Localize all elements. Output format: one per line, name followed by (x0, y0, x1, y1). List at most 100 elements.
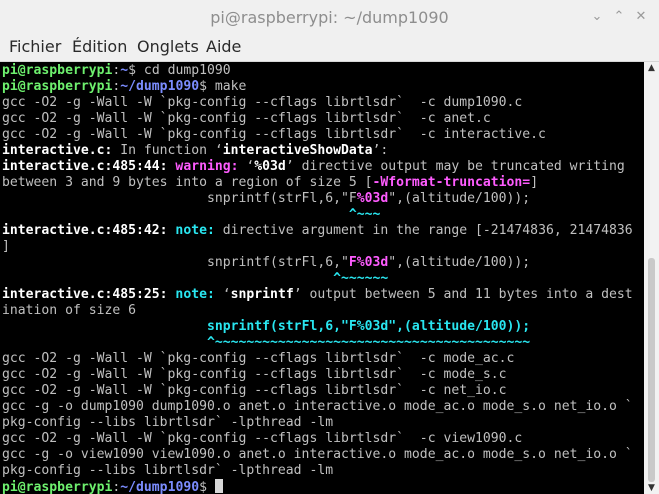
source-code: snprintf(strFl,6," (2, 255, 349, 270)
caret-marker: ^~~~~~~ (333, 271, 389, 286)
window-title: pi@raspberrypi: ~/dump1090 (210, 8, 449, 27)
diagnostic-kind: note: (167, 223, 215, 238)
caret-marker: ^~~~~~~~~~~~~~~~~~~~~~~~~~~~~~~~~~~~~~~~… (206, 335, 531, 350)
terminal-line: pi@raspberrypi:~/dump1090$ make (2, 79, 246, 95)
diagnostic-kind: warning: (167, 159, 239, 174)
terminal-line: pkg-config --libs librtlsdr` -lpthread -… (2, 463, 333, 479)
terminal-text: pkg-config --libs librtlsdr` -lpthread -… (2, 463, 334, 478)
diagnostic-message: ’: (372, 143, 389, 158)
prompt-symbol: $ (199, 480, 207, 494)
diagnostic-message: between 3 and 9 bytes into a region of s… (2, 175, 373, 190)
terminal-line: snprintf(strFl,6,"F%03d",(altitude/100))… (2, 191, 530, 207)
terminal-text: pkg-config --libs librtlsdr` -lpthread -… (2, 415, 334, 430)
source-code: snprintf(strFl,6,"F (2, 191, 357, 206)
diagnostic-message: ] (530, 175, 539, 190)
diagnostic-message: ’ directive output may be truncated writ… (285, 159, 625, 174)
diagnostic-quote: snprintf (230, 287, 294, 302)
title-bar: pi@raspberrypi: ~/dump1090 ⌄ ⌃ ✕ (0, 0, 659, 34)
terminal-text: gcc -O2 -g -Wall -W `pkg-config --cflags… (2, 127, 546, 142)
close-icon[interactable]: ✕ (634, 10, 648, 24)
menu-onglets[interactable]: Onglets (137, 37, 199, 56)
terminal-text: ] (2, 239, 10, 254)
maximize-icon[interactable]: ⌃ (612, 10, 626, 24)
menu-fichier[interactable]: Fichier (9, 37, 61, 56)
terminal-text: gcc -g -o dump1090 dump1090.o anet.o int… (2, 399, 633, 414)
terminal-line: ^~~~~~~~~~~~~~~~~~~~~~~~~~~~~~~~~~~~~~~~… (2, 335, 530, 351)
menu-edition[interactable]: Édition (72, 37, 127, 56)
terminal-line: ination of size 6 (2, 303, 136, 319)
terminal-text: gcc -O2 -g -Wall -W `pkg-config --cflags… (2, 383, 507, 398)
scrollbar-thumb[interactable] (648, 258, 655, 482)
scroll-up-icon[interactable]: ▲ (644, 62, 659, 74)
terminal-line: pi@raspberrypi:~/dump1090$ (2, 479, 223, 494)
menu-aide[interactable]: Aide (206, 37, 241, 56)
prompt-path: ~ (120, 63, 129, 78)
diagnostic-kind: note: (167, 287, 215, 302)
prompt-user: pi@raspberrypi (2, 63, 113, 78)
diagnostic-message: ‘ (238, 159, 255, 174)
terminal-line: gcc -O2 -g -Wall -W `pkg-config --cflags… (2, 351, 514, 367)
terminal-line: interactive.c: In function ‘interactiveS… (2, 143, 388, 159)
diagnostic-location: interactive.c:485:44: (2, 159, 168, 174)
minimize-icon[interactable]: ⌄ (590, 10, 604, 24)
diagnostic-message: directive argument in the range [-214748… (214, 223, 633, 238)
terminal-text: gcc -O2 -g -Wall -W `pkg-config --cflags… (2, 111, 491, 126)
terminal-text: gcc -O2 -g -Wall -W `pkg-config --cflags… (2, 95, 523, 110)
terminal-line: gcc -O2 -g -Wall -W `pkg-config --cflags… (2, 431, 522, 447)
terminal-line: gcc -O2 -g -Wall -W `pkg-config --cflags… (2, 367, 507, 383)
terminal-line: interactive.c:485:42: note: directive ar… (2, 223, 633, 239)
terminal-line: pi@raspberrypi:~$ cd dump1090 (2, 63, 231, 79)
terminal-line: interactive.c:485:44: warning: ‘%03d’ di… (2, 159, 625, 175)
prompt-path: ~/dump1090 (120, 480, 200, 494)
prompt-symbol: $ (199, 79, 207, 94)
terminal-line: ^~~~~~~ (2, 271, 388, 287)
prompt-user: pi@raspberrypi (2, 79, 113, 94)
command-text: make (207, 79, 247, 94)
source-highlight: %03d (356, 191, 389, 206)
terminal-line: gcc -O2 -g -Wall -W `pkg-config --cflags… (2, 111, 491, 127)
terminal-text: gcc -O2 -g -Wall -W `pkg-config --cflags… (2, 351, 515, 366)
prompt-symbol: $ (128, 63, 137, 78)
function-name: interactiveShowData (222, 143, 373, 158)
terminal-line: ] (2, 239, 10, 255)
terminal-line: gcc -g -o dump1090 dump1090.o anet.o int… (2, 399, 633, 415)
prompt-user: pi@raspberrypi (2, 480, 113, 494)
command-text: cd dump1090 (136, 63, 231, 78)
terminal-line: gcc -O2 -g -Wall -W `pkg-config --cflags… (2, 95, 522, 111)
scroll-down-icon[interactable]: ▼ (644, 482, 659, 494)
source-code: ",(altitude/100)); (388, 191, 531, 206)
diagnostic-message: ‘ (214, 287, 231, 302)
diagnostic-location: interactive.c:485:25: (2, 287, 168, 302)
terminal-output[interactable]: pi@raspberrypi:~$ cd dump1090 pi@raspberr… (0, 62, 644, 494)
caret-marker: ^~~~ (348, 207, 381, 222)
menu-bar: Fichier Édition Onglets Aide (0, 34, 659, 62)
terminal-cursor (214, 479, 223, 493)
source-highlight: F%03d (348, 255, 389, 270)
terminal-text: gcc -O2 -g -Wall -W `pkg-config --cflags… (2, 431, 523, 446)
source-code (2, 319, 207, 334)
command-text (207, 480, 215, 494)
terminal-line: gcc -O2 -g -Wall -W `pkg-config --cflags… (2, 383, 507, 399)
terminal-line: snprintf(strFl,6,"F%03d",(altitude/100))… (2, 319, 530, 335)
terminal-text: gcc -O2 -g -Wall -W `pkg-config --cflags… (2, 367, 507, 382)
terminal-text: gcc -g -o view1090 view1090.o anet.o int… (2, 447, 633, 462)
prompt-path: ~/dump1090 (120, 79, 200, 94)
terminal-line: between 3 and 9 bytes into a region of s… (2, 175, 538, 191)
source-highlight: snprintf(strFl,6,"F%03d",(altitude/100))… (206, 319, 531, 334)
diagnostic-message: In function ‘ (112, 143, 223, 158)
terminal-line: snprintf(strFl,6,"F%03d",(altitude/100))… (2, 255, 530, 271)
terminal-line: gcc -O2 -g -Wall -W `pkg-config --cflags… (2, 127, 546, 143)
diagnostic-message: ’ output between 5 and 11 bytes into a d… (293, 287, 633, 302)
file-name: interactive.c: (2, 143, 113, 158)
terminal-line: gcc -g -o view1090 view1090.o anet.o int… (2, 447, 633, 463)
terminal-line: interactive.c:485:25: note: ‘snprintf’ o… (2, 287, 633, 303)
diagnostic-quote: %03d (254, 159, 286, 174)
terminal-line: ^~~~ (2, 207, 381, 223)
scrollbar[interactable]: ▲ ▼ (644, 62, 659, 494)
diagnostic-location: interactive.c:485:42: (2, 223, 168, 238)
warning-flag: -Wformat-truncation= (372, 175, 531, 190)
terminal-text: ination of size 6 (2, 303, 137, 318)
